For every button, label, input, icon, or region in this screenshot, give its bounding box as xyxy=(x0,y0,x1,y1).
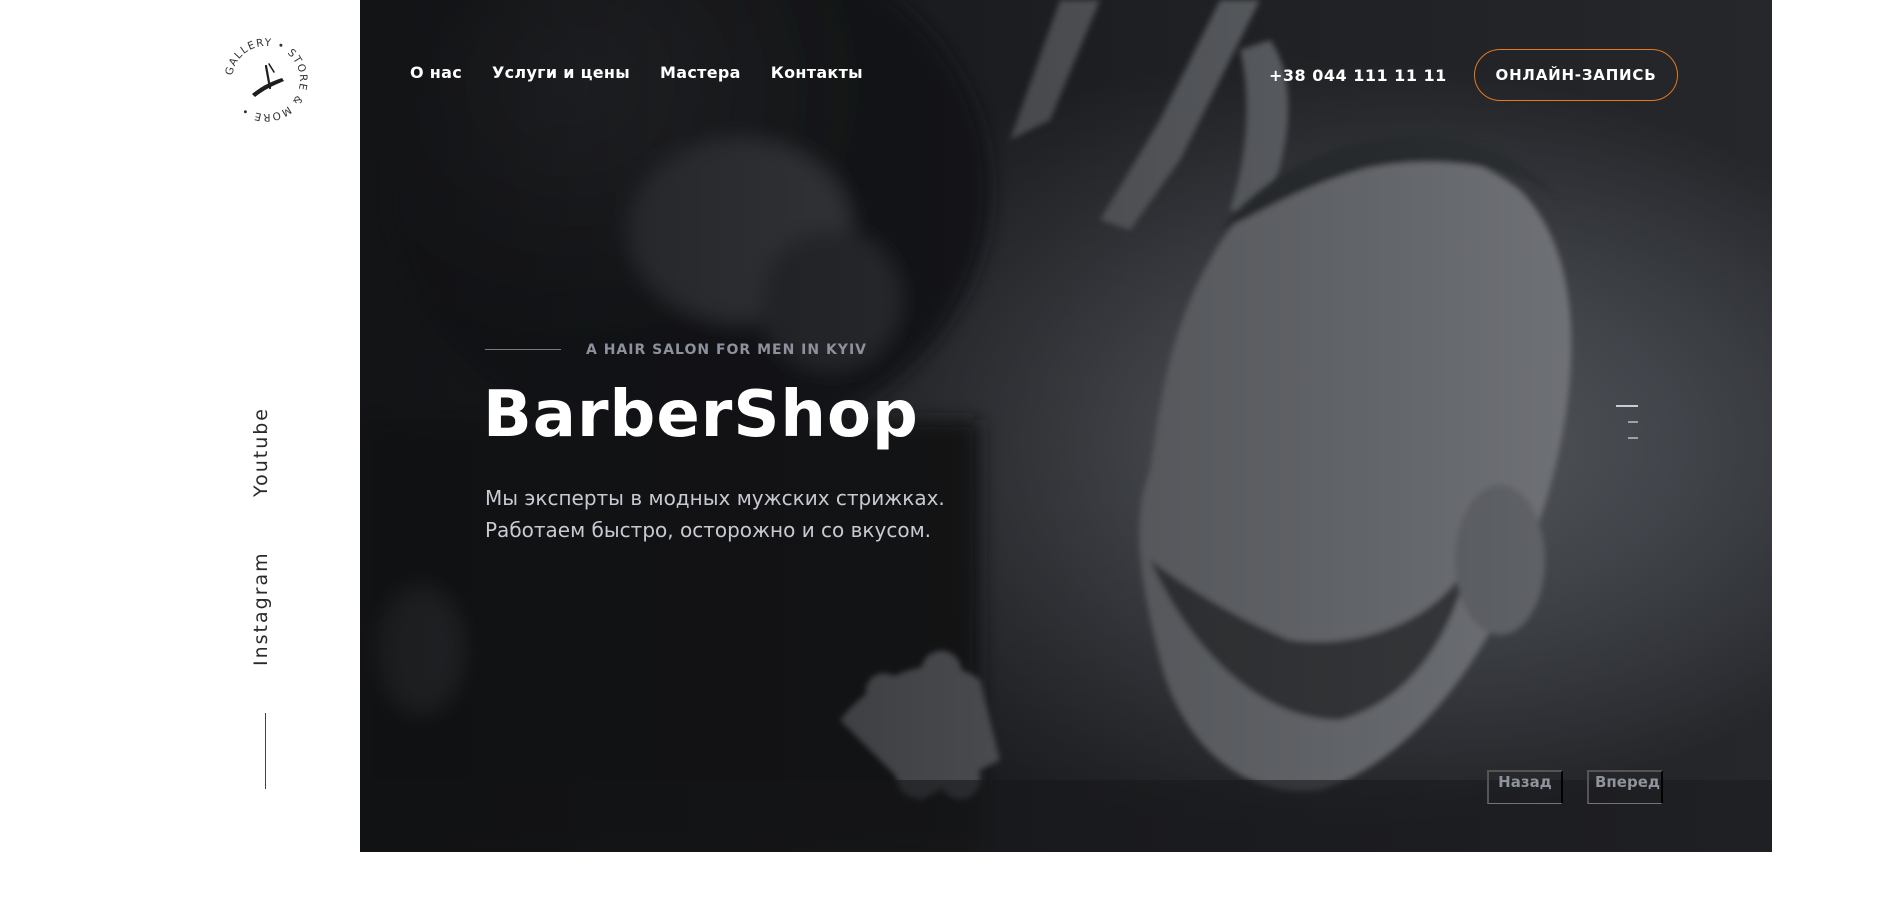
nav-item-contacts[interactable]: Контакты xyxy=(771,63,863,82)
youtube-link[interactable]: Youtube xyxy=(250,407,272,497)
nav-item-services[interactable]: Услуги и цены xyxy=(492,63,630,82)
hero-section: О нас Услуги и цены Мастера Контакты +38… xyxy=(360,0,1772,852)
slide-dot-3[interactable] xyxy=(1628,437,1638,439)
left-sidebar: GALLERY • STORE & MORE • Youtube Instagr… xyxy=(0,0,360,909)
instagram-link[interactable]: Instagram xyxy=(250,551,272,666)
next-button[interactable]: Вперед xyxy=(1587,770,1663,804)
logo[interactable]: GALLERY • STORE & MORE • xyxy=(222,36,310,124)
logo-ring-text: GALLERY • STORE & MORE • xyxy=(223,37,308,123)
slide-indicator xyxy=(1616,405,1638,453)
slide-dot-2[interactable] xyxy=(1628,421,1638,423)
online-booking-button[interactable]: ОНЛАЙН-ЗАПИСЬ xyxy=(1474,49,1678,101)
razor-logo-icon: GALLERY • STORE & MORE • xyxy=(223,37,309,123)
hero-kicker: A HAIR SALON FOR MEN IN KYIV xyxy=(586,342,867,358)
slide-dot-1[interactable] xyxy=(1616,405,1638,407)
svg-text:GALLERY • STORE & MORE •: GALLERY • STORE & MORE • xyxy=(223,37,309,123)
prev-button[interactable]: Назад xyxy=(1487,770,1563,804)
nav-item-masters[interactable]: Мастера xyxy=(660,63,741,82)
hero-description: Мы эксперты в модных мужских стрижках. Р… xyxy=(485,482,945,546)
phone-link[interactable]: +38 044 111 11 11 xyxy=(1269,66,1447,85)
main-nav: О нас Услуги и цены Мастера Контакты xyxy=(410,63,863,82)
hero-title: BarberShop xyxy=(483,378,919,452)
social-divider xyxy=(265,713,266,789)
hero-description-line: Мы эксперты в модных мужских стрижках. xyxy=(485,486,945,510)
hero-description-line: Работаем быстро, осторожно и со вкусом. xyxy=(485,518,932,542)
kicker-divider xyxy=(485,349,561,350)
nav-item-about[interactable]: О нас xyxy=(410,63,462,82)
